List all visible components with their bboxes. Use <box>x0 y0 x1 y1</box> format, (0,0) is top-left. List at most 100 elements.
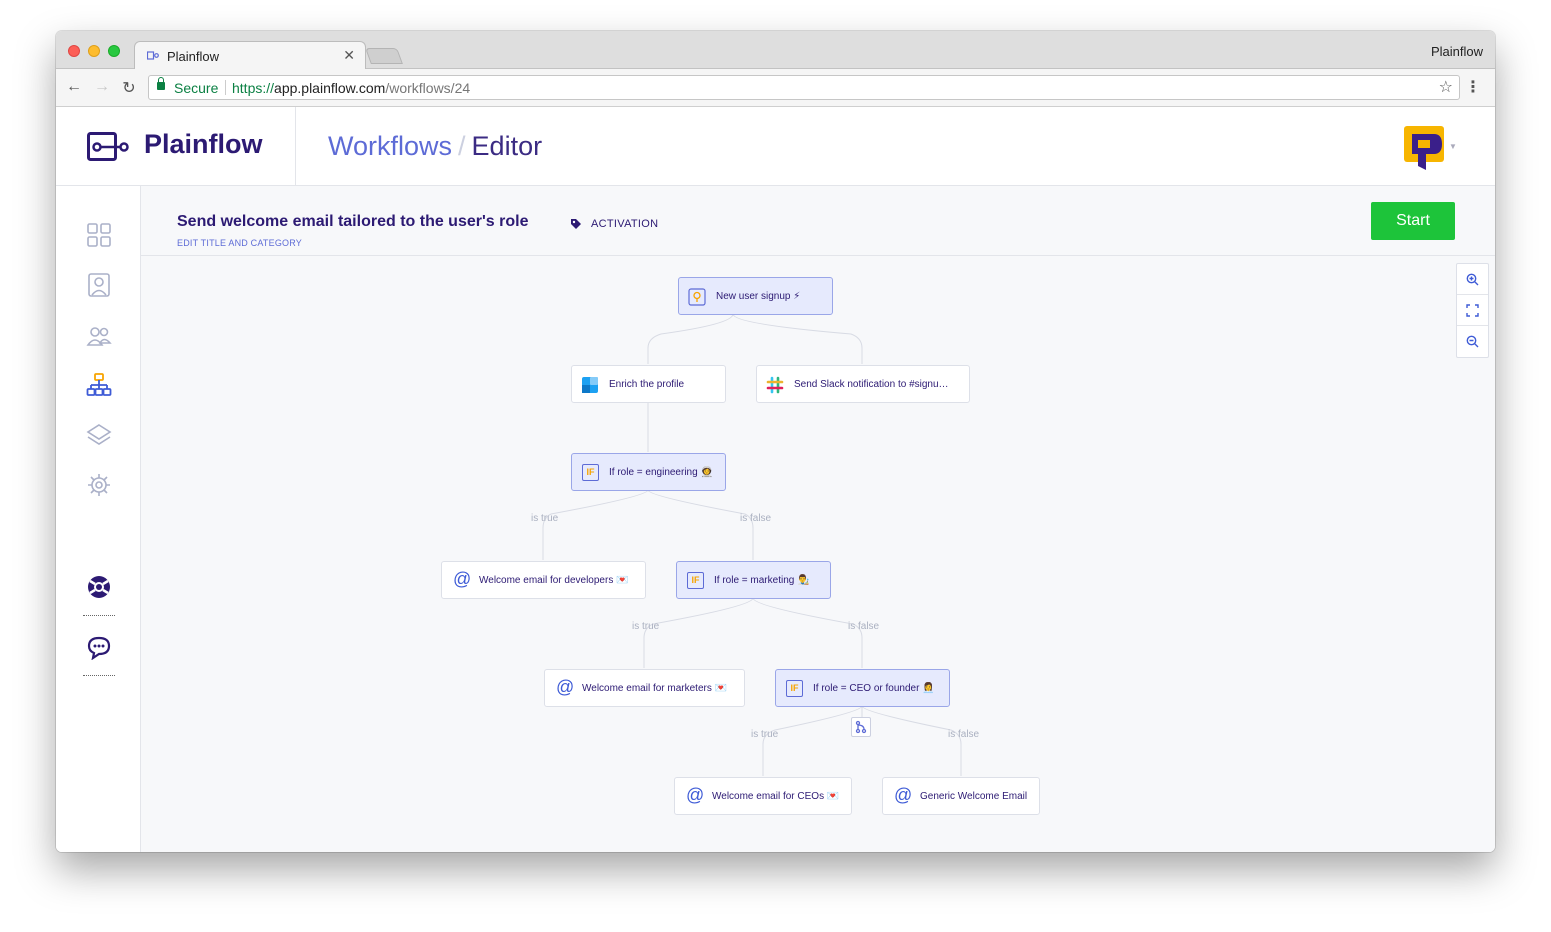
if-condition-icon: IF <box>786 680 803 697</box>
workflow-connectors <box>542 313 962 776</box>
zoom-in-icon <box>1466 273 1479 286</box>
chat-bubble-icon[interactable] <box>86 634 112 660</box>
edge-label-false: is false <box>948 729 980 740</box>
workflow-node-email-developers[interactable]: @ Welcome email for developers 💌 <box>441 561 646 599</box>
browser-window: Plainflow ✕ Plainflow ← → ↻ Secure https… <box>56 31 1495 852</box>
breadcrumb-editor: Editor <box>471 131 543 161</box>
node-label: New user signup ⚡ <box>716 291 801 302</box>
back-arrow-icon[interactable]: ← <box>64 78 84 96</box>
tag-icon <box>571 219 581 229</box>
browser-toolbar: ← → ↻ Secure https://app.plainflow.com/w… <box>56 69 1495 107</box>
breadcrumb: Workflows / Editor <box>328 131 542 162</box>
edge-label-true: is true <box>751 729 779 740</box>
node-label: Send Slack notification to #signu… <box>794 379 949 390</box>
reload-icon[interactable]: ↻ <box>119 78 139 98</box>
category-label[interactable]: ACTIVATION <box>591 218 658 230</box>
node-label: Generic Welcome Email <box>920 791 1028 802</box>
plainflow-logo-icon <box>87 132 129 161</box>
zoom-out-icon <box>1466 335 1479 348</box>
clearbit-icon <box>582 377 598 393</box>
node-label: If role = marketing 👨‍🎨 <box>714 575 810 586</box>
workflow-node-if-marketing[interactable]: IF If role = marketing 👨‍🎨 <box>676 561 831 599</box>
layers-icon[interactable] <box>86 422 112 448</box>
workflow-node-trigger[interactable]: New user signup ⚡ <box>678 277 833 315</box>
sidebar-divider <box>83 675 115 676</box>
lock-icon <box>157 77 165 90</box>
gear-icon[interactable] <box>86 472 112 498</box>
node-label: Welcome email for developers 💌 <box>479 575 629 586</box>
maximize-window-icon[interactable] <box>108 45 120 57</box>
edit-title-link[interactable]: EDIT TITLE AND CATEGORY <box>177 238 302 248</box>
minimize-window-icon[interactable] <box>88 45 100 57</box>
node-label: Welcome email for CEOs 💌 <box>712 791 840 802</box>
user-avatar[interactable] <box>1404 126 1446 172</box>
slack-icon <box>766 376 784 394</box>
workflow-canvas[interactable]: is true is false is true is false is tru… <box>141 256 1495 852</box>
workflow-title: Send welcome email tailored to the user'… <box>177 213 529 230</box>
workflow-node-enrich[interactable]: Enrich the profile <box>571 365 726 403</box>
browser-menu-icon[interactable]: ⋮ <box>1465 77 1481 97</box>
brand-name: Plainflow <box>144 129 263 159</box>
workflow-title-bar: Send welcome email tailored to the user'… <box>141 186 1495 256</box>
workflow-node-email-marketers[interactable]: @ Welcome email for marketers 💌 <box>544 669 745 707</box>
zoom-out-button[interactable] <box>1457 326 1488 357</box>
sidebar <box>56 186 141 852</box>
workflow-node-email-ceos[interactable]: @ Welcome email for CEOs 💌 <box>674 777 852 815</box>
trigger-icon <box>688 288 706 306</box>
address-separator <box>225 80 226 95</box>
address-bar[interactable]: Secure https://app.plainflow.com/workflo… <box>148 75 1460 100</box>
url-path: /workflows/24 <box>385 80 471 96</box>
zoom-in-button[interactable] <box>1457 264 1488 295</box>
merge-branch-button[interactable] <box>851 717 871 737</box>
node-label: Welcome email for marketers 💌 <box>582 683 728 694</box>
node-label: Enrich the profile <box>609 379 685 390</box>
breadcrumb-separator: / <box>458 131 466 161</box>
tab-strip: Plainflow ✕ Plainflow <box>56 31 1495 70</box>
tab-close-icon[interactable]: ✕ <box>343 47 355 64</box>
merge-icon <box>855 720 867 734</box>
avatar-dropdown-caret-icon[interactable]: ▼ <box>1449 142 1457 151</box>
plainflow-app: Plainflow Workflows / Editor ▼ Send welc… <box>56 107 1495 852</box>
workflow-node-email-generic[interactable]: @ Generic Welcome Email <box>882 777 1040 815</box>
plainflow-favicon-icon <box>147 51 159 60</box>
start-button[interactable]: Start <box>1371 202 1455 240</box>
url-scheme: https:// <box>232 80 275 96</box>
edge-label-false: is false <box>848 621 880 632</box>
dashboard-grid-icon[interactable] <box>86 222 112 248</box>
fit-to-screen-button[interactable] <box>1457 295 1488 326</box>
tab-title: Plainflow <box>167 49 220 64</box>
users-group-icon[interactable] <box>86 323 112 349</box>
browser-tab[interactable]: Plainflow ✕ <box>134 41 366 70</box>
bookmark-star-icon[interactable]: ☆ <box>1439 77 1453 97</box>
close-window-icon[interactable] <box>68 45 80 57</box>
breadcrumb-workflows[interactable]: Workflows <box>328 131 452 161</box>
fullscreen-icon <box>1466 304 1479 317</box>
node-label: If role = engineering 👩‍🚀 <box>609 467 713 478</box>
if-condition-icon: IF <box>582 464 599 481</box>
workflow-node-if-ceo[interactable]: IF If role = CEO or founder 👩‍💼 <box>775 669 950 707</box>
workflow-node-if-engineering[interactable]: IF If role = engineering 👩‍🚀 <box>571 453 726 491</box>
profile-name[interactable]: Plainflow <box>1431 44 1483 59</box>
email-icon: @ <box>556 677 575 697</box>
edge-label-false: is false <box>740 513 772 524</box>
url-text[interactable]: https://app.plainflow.com/workflows/24 <box>232 80 470 96</box>
secure-label: Secure <box>174 80 219 96</box>
if-condition-icon: IF <box>687 572 704 589</box>
zoom-controls <box>1456 263 1489 358</box>
node-label: If role = CEO or founder 👩‍💼 <box>813 683 935 694</box>
workflow-hierarchy-icon[interactable] <box>86 372 112 398</box>
edge-label-true: is true <box>632 621 660 632</box>
email-icon: @ <box>894 785 913 805</box>
new-tab-button[interactable] <box>365 48 403 64</box>
app-header: Plainflow Workflows / Editor ▼ <box>56 107 1495 186</box>
forward-arrow-icon[interactable]: → <box>92 78 112 96</box>
email-icon: @ <box>686 785 705 805</box>
workflow-node-slack[interactable]: Send Slack notification to #signu… <box>756 365 970 403</box>
url-host: app.plainflow.com <box>274 80 386 96</box>
lifebuoy-help-icon[interactable] <box>86 574 112 600</box>
logo-area[interactable]: Plainflow <box>56 107 296 186</box>
edge-label-true: is true <box>531 513 559 524</box>
user-profile-icon[interactable] <box>86 272 112 298</box>
sidebar-divider <box>83 615 115 616</box>
email-icon: @ <box>453 569 472 589</box>
